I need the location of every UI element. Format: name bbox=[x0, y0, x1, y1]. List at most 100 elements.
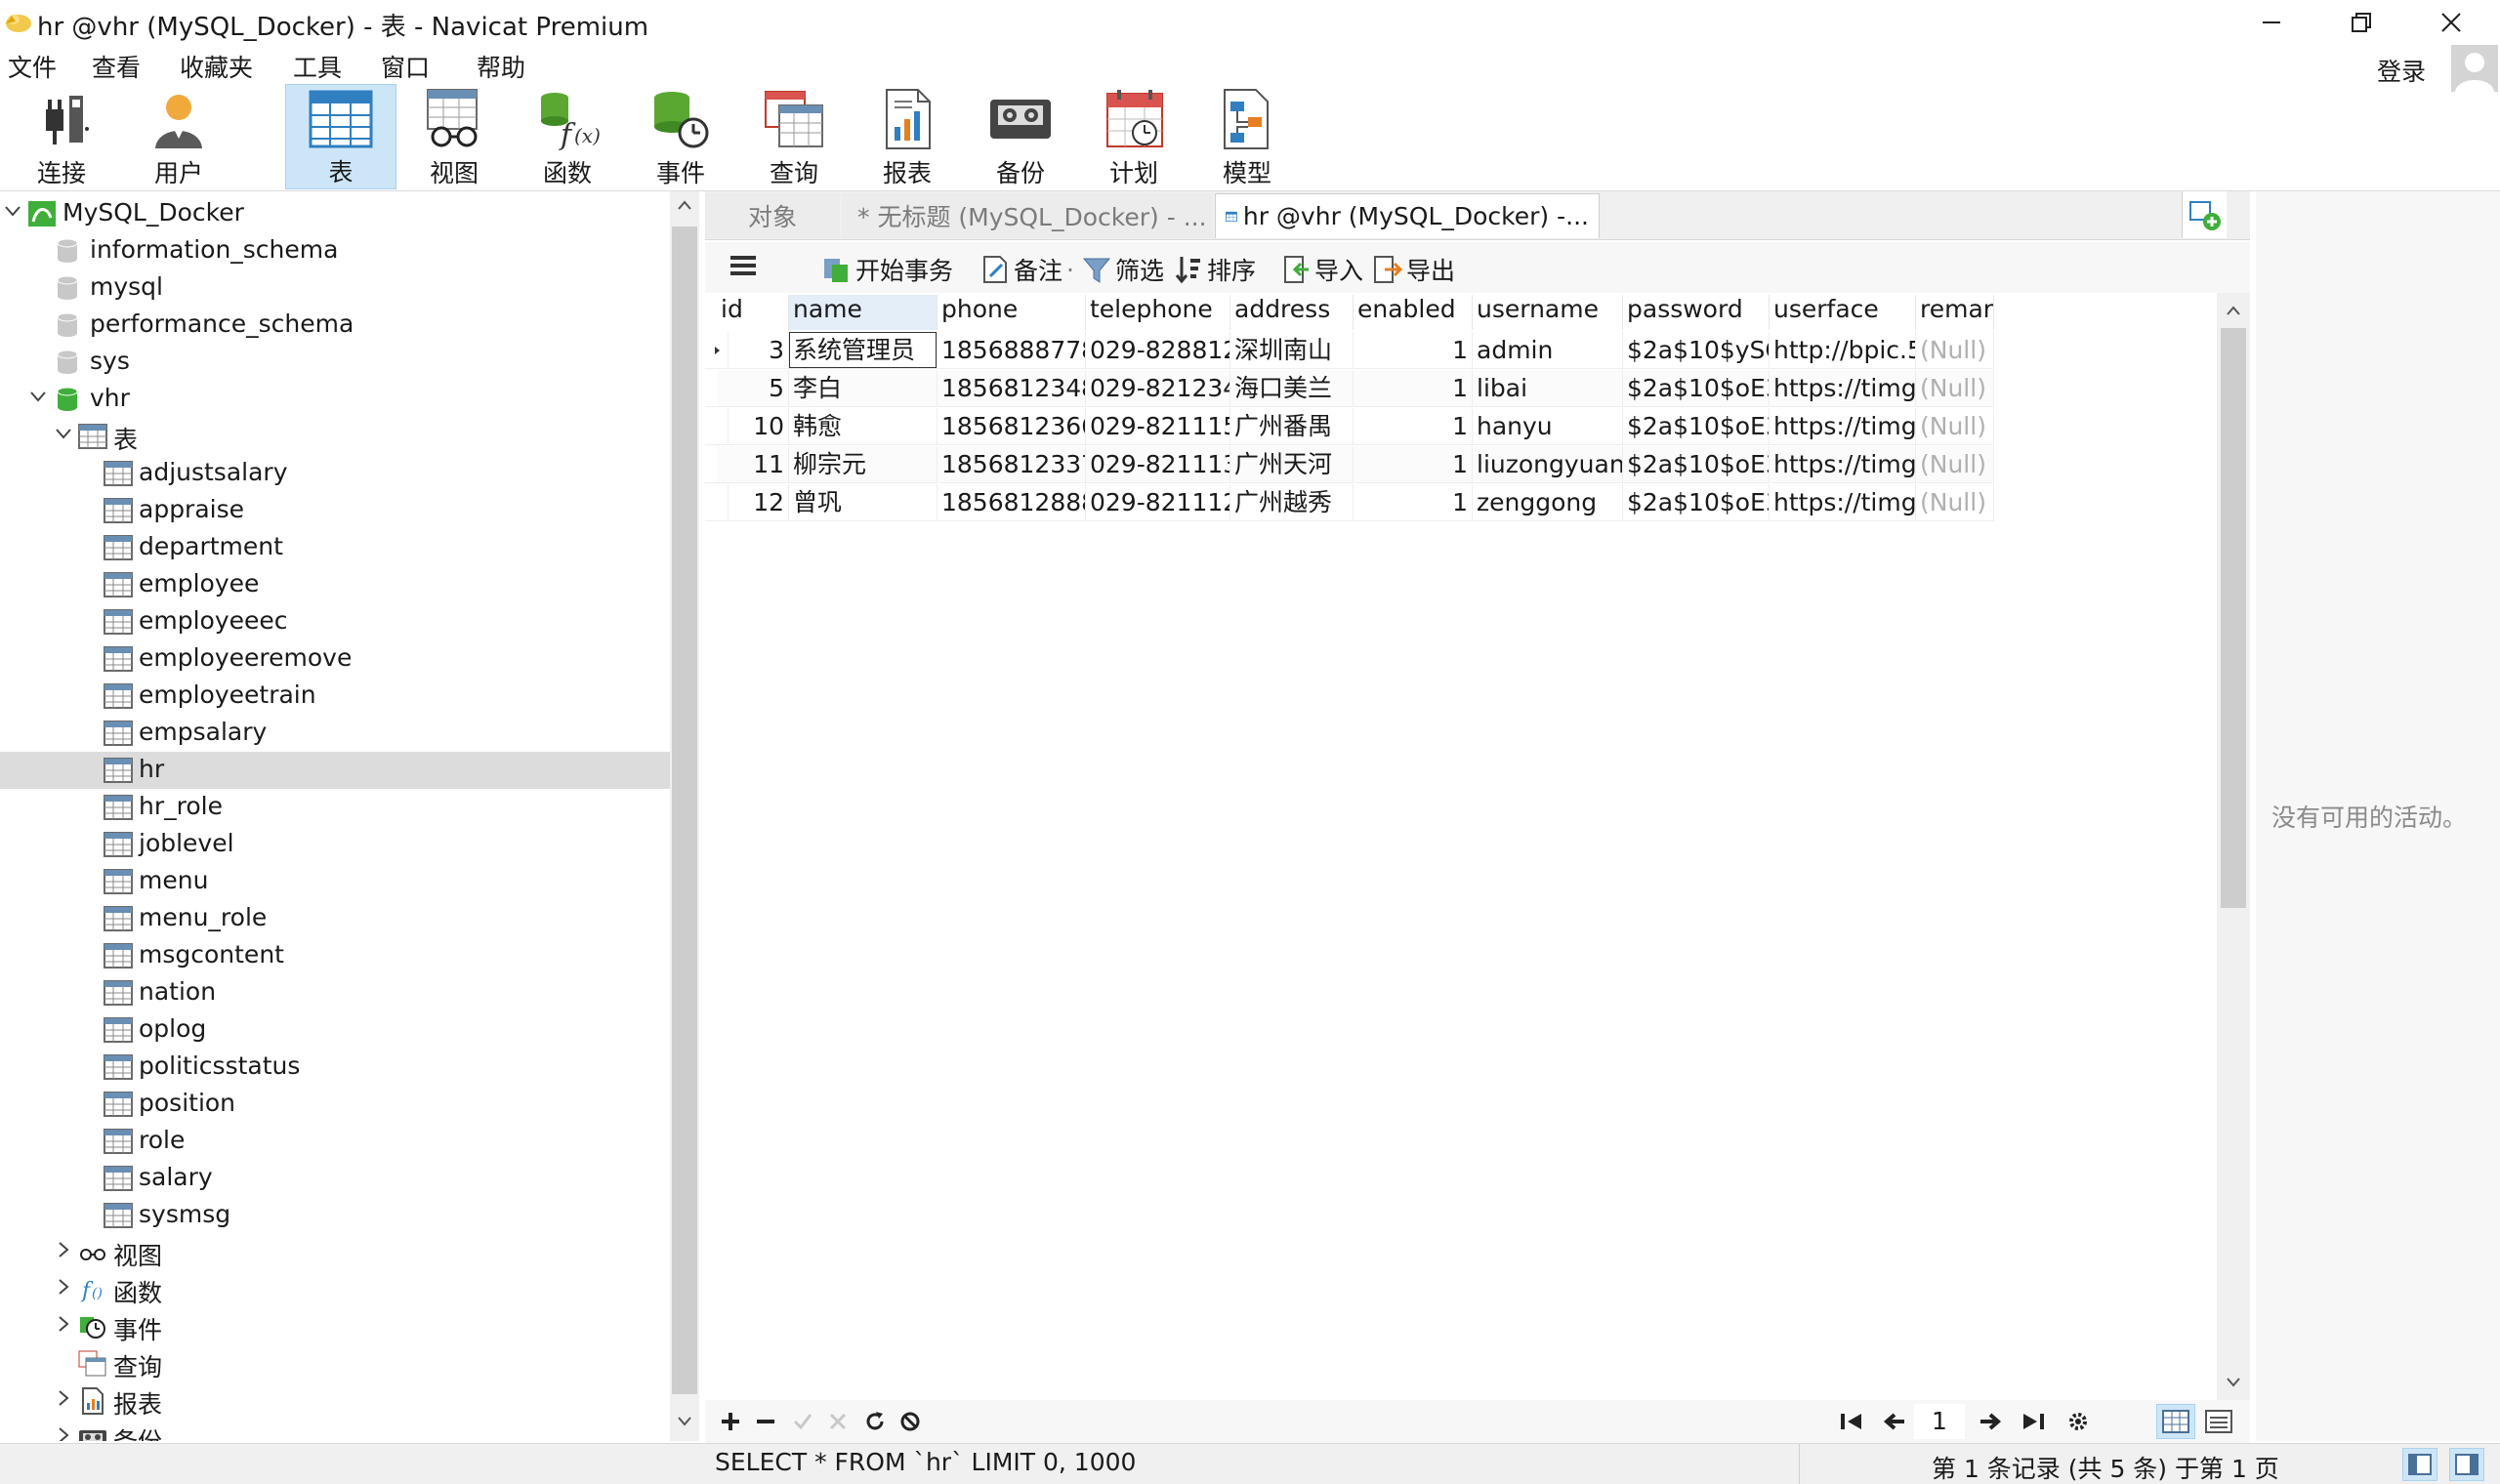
column-header-userface[interactable]: userface bbox=[1770, 295, 1916, 330]
tree-folder-events[interactable]: 事件 bbox=[0, 1308, 670, 1345]
new-object-button[interactable] bbox=[2182, 191, 2227, 238]
table-cell-enabled[interactable]: 1 bbox=[1354, 446, 1473, 483]
tree-database-mysql[interactable]: mysql bbox=[0, 269, 670, 307]
tree-scroll-thumb[interactable] bbox=[672, 227, 697, 1394]
export-button[interactable]: 导出 bbox=[1373, 252, 1455, 287]
tree-table-salary[interactable]: salary bbox=[0, 1160, 670, 1197]
toolbar-event-button[interactable]: 事件 bbox=[625, 84, 736, 189]
table-cell-name[interactable]: 李白 bbox=[789, 370, 938, 407]
tab-hr-table[interactable]: hr @vhr (MySQL_Docker) -... bbox=[1215, 193, 1600, 238]
toolbar-backup-button[interactable]: 备份 bbox=[965, 84, 1076, 189]
table-cell-enabled[interactable]: 1 bbox=[1354, 370, 1473, 407]
table-cell-address[interactable]: 广州越秀 bbox=[1230, 484, 1354, 521]
tree-table-politicsstatus[interactable]: politicsstatus bbox=[0, 1049, 670, 1086]
toolbar-query-button[interactable]: 查询 bbox=[738, 84, 850, 189]
table-cell-username[interactable]: libai bbox=[1473, 370, 1623, 407]
column-header-telephone[interactable]: telephone bbox=[1086, 295, 1230, 330]
tree-table-menu_role[interactable]: menu_role bbox=[0, 900, 670, 937]
menu-favorites[interactable]: 收藏夹 bbox=[180, 49, 253, 84]
toolbar-connect-button[interactable]: 连接 bbox=[6, 84, 117, 189]
table-cell-name[interactable]: 韩愈 bbox=[789, 408, 938, 445]
tab-untitled-query[interactable]: * 无标题 (MySQL_Docker) - ... bbox=[842, 193, 1213, 238]
table-cell-phone[interactable]: 18568128888 bbox=[938, 484, 1086, 521]
tree-tables-folder[interactable]: 表 bbox=[0, 418, 670, 455]
table-cell-telephone[interactable]: 029-82111555 bbox=[1086, 408, 1230, 445]
tree-table-role[interactable]: role bbox=[0, 1123, 670, 1160]
import-button[interactable]: 导入 bbox=[1281, 252, 1363, 287]
note-dropdown-icon[interactable]: · bbox=[1066, 256, 1074, 284]
table-cell-password[interactable]: $2a$10$oE39 bbox=[1623, 408, 1770, 445]
menu-help[interactable]: 帮助 bbox=[477, 49, 525, 84]
tree-database-sys[interactable]: sys bbox=[0, 344, 670, 381]
apply-changes-button[interactable] bbox=[785, 1404, 820, 1439]
table-cell-id[interactable]: 12 bbox=[717, 484, 789, 521]
chevron-right-icon[interactable] bbox=[53, 1388, 74, 1414]
chevron-down-icon[interactable] bbox=[2, 201, 23, 227]
table-cell-remark[interactable]: (Null) bbox=[1916, 408, 1994, 445]
discard-changes-button[interactable] bbox=[820, 1404, 855, 1439]
tree-database-performance_schema[interactable]: performance_schema bbox=[0, 307, 670, 344]
column-header-name[interactable]: name bbox=[789, 295, 938, 330]
table-cell-remark[interactable]: (Null) bbox=[1916, 484, 1994, 521]
table-cell-username[interactable]: hanyu bbox=[1473, 408, 1623, 445]
toggle-left-panel-button[interactable] bbox=[2402, 1448, 2438, 1481]
column-header-id[interactable]: id bbox=[717, 295, 789, 330]
toolbar-schedule-button[interactable]: 计划 bbox=[1078, 84, 1189, 189]
toolbar-report-button[interactable]: 报表 bbox=[852, 84, 963, 189]
login-link[interactable]: 登录 bbox=[2377, 53, 2426, 88]
tree-table-joblevel[interactable]: joblevel bbox=[0, 826, 670, 863]
table-cell-enabled[interactable]: 1 bbox=[1354, 332, 1473, 369]
filter-button[interactable]: 筛选 bbox=[1082, 252, 1164, 287]
toolbar-function-button[interactable]: f (x) 函数 bbox=[512, 84, 623, 189]
table-cell-userface[interactable]: https://timgs bbox=[1770, 408, 1916, 445]
tree-folder-views[interactable]: 视图 bbox=[0, 1234, 670, 1271]
minimize-button[interactable] bbox=[2227, 0, 2316, 45]
column-header-password[interactable]: password bbox=[1623, 295, 1770, 330]
refresh-button[interactable] bbox=[857, 1404, 893, 1439]
chevron-right-icon[interactable] bbox=[53, 1425, 74, 1441]
table-cell-id[interactable]: 5 bbox=[717, 370, 789, 407]
scroll-down-icon[interactable] bbox=[677, 1416, 692, 1427]
tree-folder-queries[interactable]: 查询 bbox=[0, 1345, 670, 1382]
close-button[interactable] bbox=[2406, 0, 2496, 45]
tree-table-sysmsg[interactable]: sysmsg bbox=[0, 1197, 670, 1234]
form-view-button[interactable] bbox=[2199, 1404, 2238, 1439]
tree-connection[interactable]: MySQL_Docker bbox=[0, 195, 670, 232]
table-cell-id[interactable]: 11 bbox=[717, 446, 789, 483]
table-cell-name[interactable]: 曾巩 bbox=[789, 484, 938, 521]
tab-objects[interactable]: 对象 bbox=[705, 193, 840, 238]
table-cell-enabled[interactable]: 1 bbox=[1354, 484, 1473, 521]
table-cell-userface[interactable]: https://timgs bbox=[1770, 370, 1916, 407]
next-page-button[interactable] bbox=[1973, 1404, 2008, 1439]
table-cell-password[interactable]: $2a$10$ySG2 bbox=[1623, 332, 1770, 369]
table-cell-telephone[interactable]: 029-82111222 bbox=[1086, 484, 1230, 521]
toolbar-view-button[interactable]: 视图 bbox=[398, 84, 510, 189]
table-cell-phone[interactable]: 18568123489 bbox=[938, 370, 1086, 407]
chevron-down-icon[interactable] bbox=[27, 387, 49, 412]
delete-record-button[interactable] bbox=[748, 1404, 783, 1439]
menu-window[interactable]: 窗口 bbox=[381, 49, 430, 84]
column-header-enabled[interactable]: enabled bbox=[1354, 295, 1473, 330]
tree-table-department[interactable]: department bbox=[0, 529, 670, 566]
last-page-button[interactable] bbox=[2016, 1404, 2051, 1439]
stop-button[interactable] bbox=[893, 1404, 928, 1439]
table-cell-telephone[interactable]: 029-82123434 bbox=[1086, 370, 1230, 407]
tree-table-menu[interactable]: menu bbox=[0, 863, 670, 900]
tree-table-nation[interactable]: nation bbox=[0, 974, 670, 1011]
chevron-right-icon[interactable] bbox=[53, 1240, 74, 1265]
toolbar-user-button[interactable]: 用户 bbox=[123, 84, 234, 189]
sort-button[interactable]: 排序 bbox=[1174, 252, 1256, 287]
table-cell-password[interactable]: $2a$10$oE39 bbox=[1623, 446, 1770, 483]
column-header-phone[interactable]: phone bbox=[938, 295, 1086, 330]
tree-table-employee[interactable]: employee bbox=[0, 566, 670, 603]
table-cell-address[interactable]: 深圳南山 bbox=[1230, 332, 1354, 369]
table-cell-enabled[interactable]: 1 bbox=[1354, 408, 1473, 445]
restore-button[interactable] bbox=[2316, 0, 2406, 45]
tree-table-employeeec[interactable]: employeeec bbox=[0, 603, 670, 640]
toolbar-table-button[interactable]: 表 bbox=[285, 84, 396, 189]
table-cell-id[interactable]: 3 bbox=[717, 332, 789, 369]
column-header-address[interactable]: address bbox=[1230, 295, 1354, 330]
chevron-right-icon[interactable] bbox=[53, 1314, 74, 1340]
table-cell-username[interactable]: admin bbox=[1473, 332, 1623, 369]
scroll-down-icon[interactable] bbox=[2226, 1377, 2241, 1388]
